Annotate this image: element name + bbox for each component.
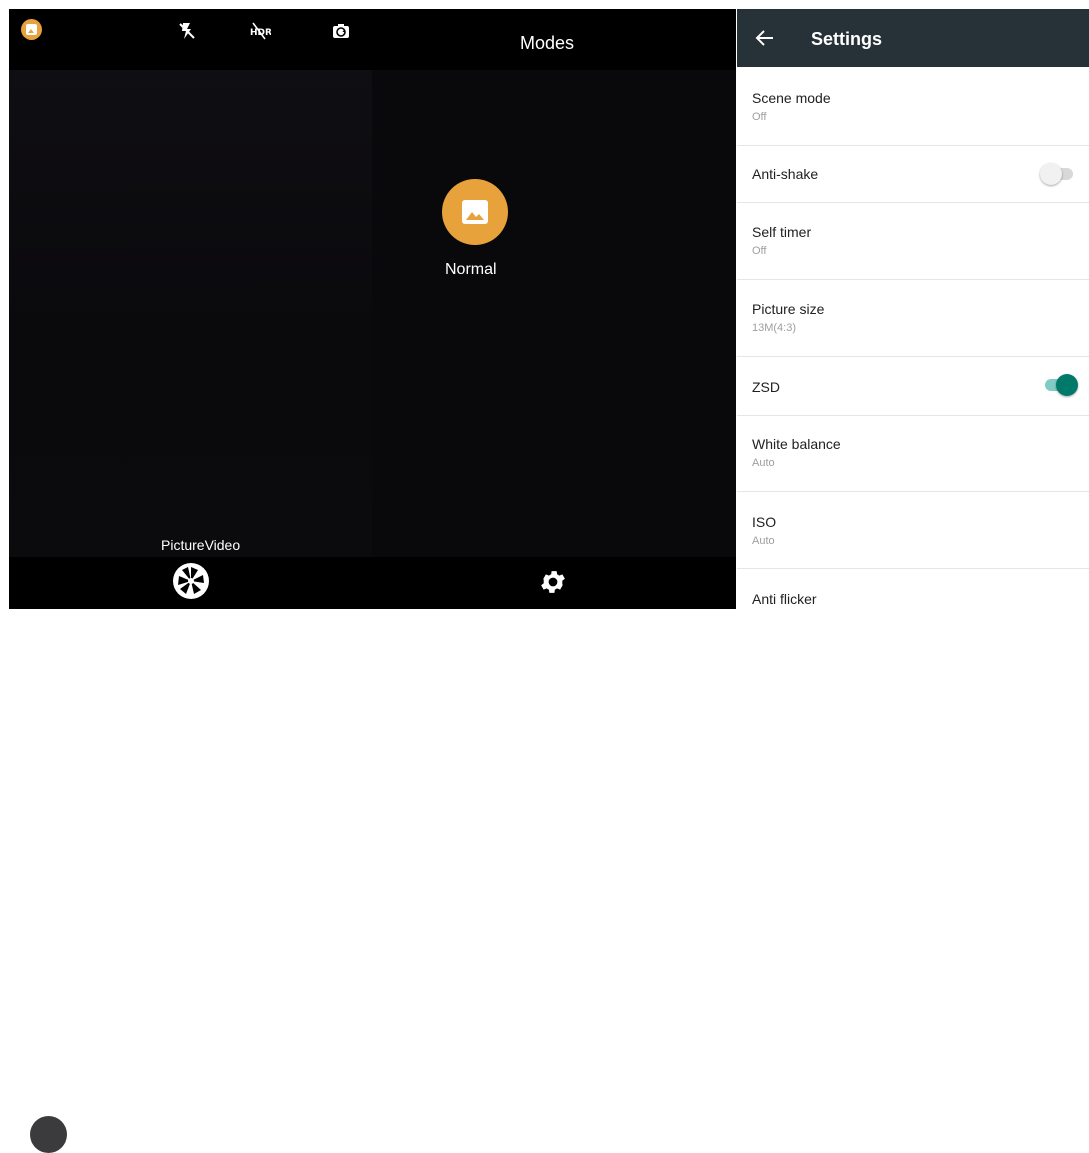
anti-shake-toggle[interactable]	[1040, 163, 1076, 185]
setting-label: ISO	[752, 514, 777, 530]
settings-title: Settings	[811, 29, 883, 49]
setting-value: Auto	[752, 457, 775, 469]
shutter-icon[interactable]	[171, 561, 211, 601]
settings-panel: Settings Scene mode Off Anti-shake Self …	[737, 9, 1089, 609]
setting-picture-size[interactable]: Picture size 13M(4:3)	[737, 280, 1089, 357]
camera-panel: HDR PictureVideo	[9, 9, 372, 1153]
hdr-off-icon[interactable]: HDR	[249, 21, 271, 41]
setting-label: Anti-shake	[752, 166, 819, 182]
setting-anti-shake[interactable]: Anti-shake	[737, 146, 1089, 203]
back-arrow-icon[interactable]	[755, 29, 775, 47]
picture-mode-icon[interactable]	[21, 19, 42, 40]
modes-list: Normal	[372, 70, 736, 557]
camera-viewfinder[interactable]	[9, 70, 372, 557]
switch-camera-icon[interactable]	[331, 21, 351, 41]
gallery-thumbnail[interactable]	[30, 1116, 67, 1153]
zsd-toggle[interactable]	[1042, 374, 1078, 396]
setting-label: Picture size	[752, 301, 825, 317]
setting-value: Off	[752, 111, 767, 123]
setting-white-balance[interactable]: White balance Auto	[737, 416, 1089, 492]
setting-value: 13M(4:3)	[752, 322, 797, 334]
camera-top-bar: HDR	[9, 9, 372, 70]
setting-zsd[interactable]: ZSD	[737, 357, 1089, 416]
mode-normal-button[interactable]	[442, 179, 508, 245]
mode-normal-label: Normal	[445, 261, 497, 278]
setting-scene-mode[interactable]: Scene mode Off	[737, 67, 1089, 146]
mode-switch-label[interactable]: PictureVideo	[161, 537, 240, 553]
flash-off-icon[interactable]	[177, 21, 197, 41]
gear-icon[interactable]	[538, 567, 568, 597]
setting-self-timer[interactable]: Self timer Off	[737, 203, 1089, 280]
image-icon	[462, 200, 488, 224]
setting-anti-flicker[interactable]: Anti flicker	[737, 569, 1089, 609]
setting-label: ZSD	[752, 379, 780, 395]
setting-label: Self timer	[752, 224, 812, 240]
modes-panel: Modes Normal	[372, 9, 736, 609]
setting-label: Scene mode	[752, 90, 831, 106]
modes-title: Modes	[520, 33, 575, 53]
setting-label: Anti flicker	[752, 591, 817, 607]
camera-bottom-bar	[9, 557, 372, 1153]
settings-header: Settings	[737, 9, 1089, 67]
setting-value: Auto	[752, 535, 775, 547]
setting-iso[interactable]: ISO Auto	[737, 492, 1089, 569]
setting-label: White balance	[752, 436, 841, 452]
setting-value: Off	[752, 245, 767, 257]
